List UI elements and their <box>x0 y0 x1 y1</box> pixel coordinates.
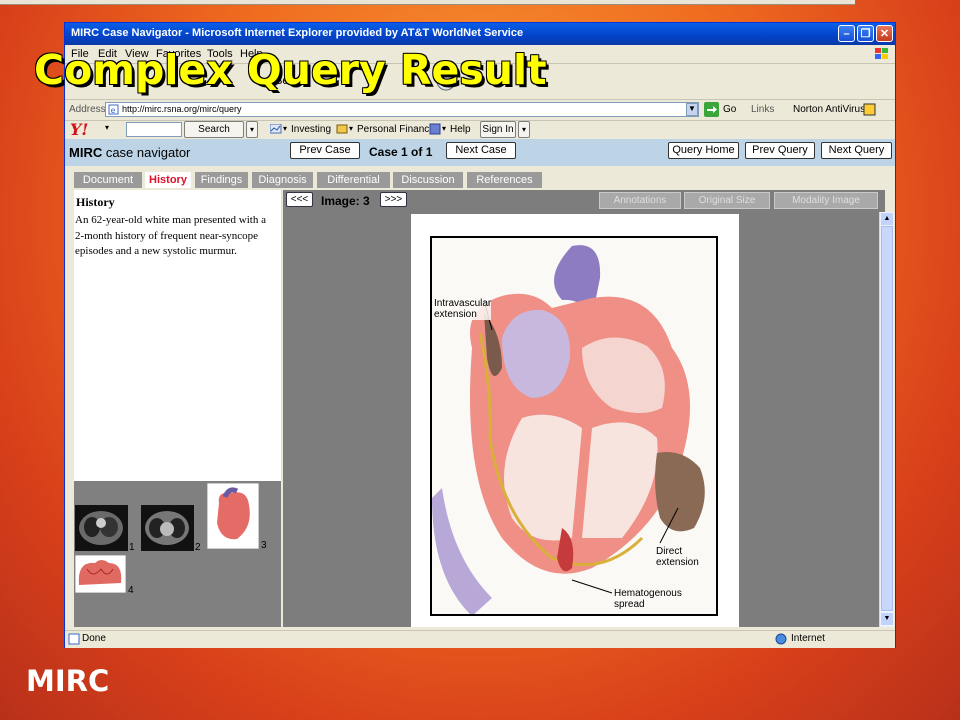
tab-references[interactable]: References <box>467 172 542 188</box>
status-text: Done <box>82 633 106 644</box>
next-image-button[interactable]: >>> <box>380 192 407 207</box>
thumbnail-ct-2[interactable] <box>141 505 194 551</box>
search-ticker-button[interactable]: Search Ticker <box>184 121 244 150</box>
viewer-toolbar: <<< Image: 3 >>> Annotations Original Si… <box>283 190 885 212</box>
slide-top-rule <box>0 0 855 5</box>
title-bar: MIRC Case Navigator - Microsoft Internet… <box>65 23 895 45</box>
next-case-button[interactable]: Next Case <box>446 142 516 159</box>
scroll-down-icon[interactable]: ▼ <box>881 613 893 625</box>
investing-dropdown-icon[interactable]: ▾ <box>283 124 287 133</box>
original-size-button[interactable]: Original Size <box>684 192 770 209</box>
tab-differential[interactable]: Differential <box>317 172 390 188</box>
help-book-icon <box>429 123 441 135</box>
tab-findings[interactable]: Findings <box>195 172 248 188</box>
thumbnail-label-3: 3 <box>261 540 267 551</box>
sign-in-button[interactable]: Sign In <box>480 121 516 138</box>
image-counter: Image: 3 <box>321 194 370 208</box>
svg-text:e: e <box>111 106 116 115</box>
document-tabs: Document History Findings Diagnosis Diff… <box>65 170 895 190</box>
navigator-brand: MIRC case navigator <box>69 145 191 160</box>
thumbnail-strip: 1 2 3 4 <box>74 481 281 627</box>
address-value: http://mirc.rsna.org/mirc/query <box>122 104 242 114</box>
thumbnail-heart-3[interactable] <box>207 483 259 549</box>
label-hematogenous-spread: Hematogenous spread <box>614 588 682 610</box>
links-label[interactable]: Links <box>751 104 774 115</box>
sign-in-dropdown-icon[interactable]: ▾ <box>518 121 530 138</box>
modality-image-button[interactable]: Modality Image <box>774 192 878 209</box>
annotations-button[interactable]: Annotations <box>599 192 681 209</box>
yahoo-logo-icon[interactable]: Y! <box>70 120 88 139</box>
status-bar: Done Internet <box>65 630 895 648</box>
case-navigator-bar: MIRC case navigator Prev Case Case 1 of … <box>65 139 895 166</box>
yahoo-search-input[interactable] <box>126 122 182 137</box>
history-heading: History <box>76 195 115 209</box>
thumbnail-ct-1[interactable] <box>75 505 128 551</box>
personal-finance-link[interactable]: Personal Finance <box>357 124 435 135</box>
finance-dropdown-icon[interactable]: ▾ <box>349 124 353 133</box>
tab-discussion[interactable]: Discussion <box>393 172 463 188</box>
slide-headline: Complex Query Result <box>34 46 547 94</box>
scroll-up-icon[interactable]: ▲ <box>881 213 893 225</box>
maximize-button[interactable]: ❐ <box>857 25 874 42</box>
address-bar: Address e http://mirc.rsna.org/mirc/quer… <box>65 100 895 121</box>
thumbnail-label-1: 1 <box>129 542 135 553</box>
label-intravascular-extension: Intravascular extension <box>434 298 492 320</box>
tab-document[interactable]: Document <box>74 172 142 188</box>
browser-window: MIRC Case Navigator - Microsoft Internet… <box>64 22 896 648</box>
prev-case-button[interactable]: Prev Case <box>290 142 360 159</box>
thumbnail-label-4: 4 <box>128 585 134 596</box>
yahoo-dropdown-icon[interactable]: ▾ <box>105 123 109 132</box>
minimize-button[interactable]: – <box>838 25 855 42</box>
label-direct-extension: Direct extension <box>656 546 699 568</box>
help-link[interactable]: Help <box>450 124 471 135</box>
search-ticker-dropdown-icon[interactable]: ▾ <box>246 121 258 138</box>
image-viewer: <<< Image: 3 >>> Annotations Original Si… <box>283 190 885 627</box>
next-query-button[interactable]: Next Query <box>821 142 892 159</box>
help-dropdown-icon[interactable]: ▾ <box>442 124 446 133</box>
finance-icon <box>336 124 348 134</box>
vertical-scrollbar[interactable]: ▲ ▼ <box>879 212 894 627</box>
tab-history[interactable]: History <box>145 172 191 188</box>
close-button[interactable]: ✕ <box>876 25 893 42</box>
history-panel: History An 62-year-old white man present… <box>74 190 282 481</box>
page-icon: e <box>108 104 119 115</box>
go-arrow-icon[interactable] <box>704 102 720 117</box>
history-text: An 62-year-old white man presented with … <box>75 214 266 257</box>
norton-icon[interactable] <box>863 103 877 116</box>
scroll-thumb[interactable] <box>881 226 893 611</box>
window-title: MIRC Case Navigator - Microsoft Internet… <box>71 27 524 39</box>
go-button[interactable]: Go <box>723 104 736 115</box>
chart-icon <box>270 124 282 134</box>
address-dropdown-icon[interactable]: ▼ <box>686 103 698 116</box>
heart-illustration: Intravascular extension Direct extension H… <box>411 214 739 627</box>
thumbnail-heart-4[interactable] <box>75 555 126 593</box>
prev-image-button[interactable]: <<< <box>286 192 313 207</box>
query-home-button[interactable]: Query Home <box>668 142 739 159</box>
slide-footer: MIRC <box>26 664 110 698</box>
windows-flag-icon <box>875 48 888 59</box>
case-position: Case 1 of 1 <box>369 145 433 159</box>
thumbnail-label-2: 2 <box>195 542 201 553</box>
investing-link[interactable]: Investing <box>291 124 331 135</box>
norton-label[interactable]: Norton AntiVirus <box>793 104 865 115</box>
address-input[interactable]: e http://mirc.rsna.org/mirc/query <box>105 102 699 117</box>
tab-diagnosis[interactable]: Diagnosis <box>252 172 313 188</box>
page-done-icon <box>68 633 80 645</box>
yahoo-toolbar: Y! ▾ Search Ticker ▾ ▾ Investing ▾ Perso… <box>65 120 895 150</box>
prev-query-button[interactable]: Prev Query <box>745 142 815 159</box>
address-label: Address <box>69 104 106 115</box>
zone-text: Internet <box>791 633 825 644</box>
globe-icon <box>775 633 787 645</box>
illustration-frame: Intravascular extension Direct extension H… <box>430 236 718 616</box>
